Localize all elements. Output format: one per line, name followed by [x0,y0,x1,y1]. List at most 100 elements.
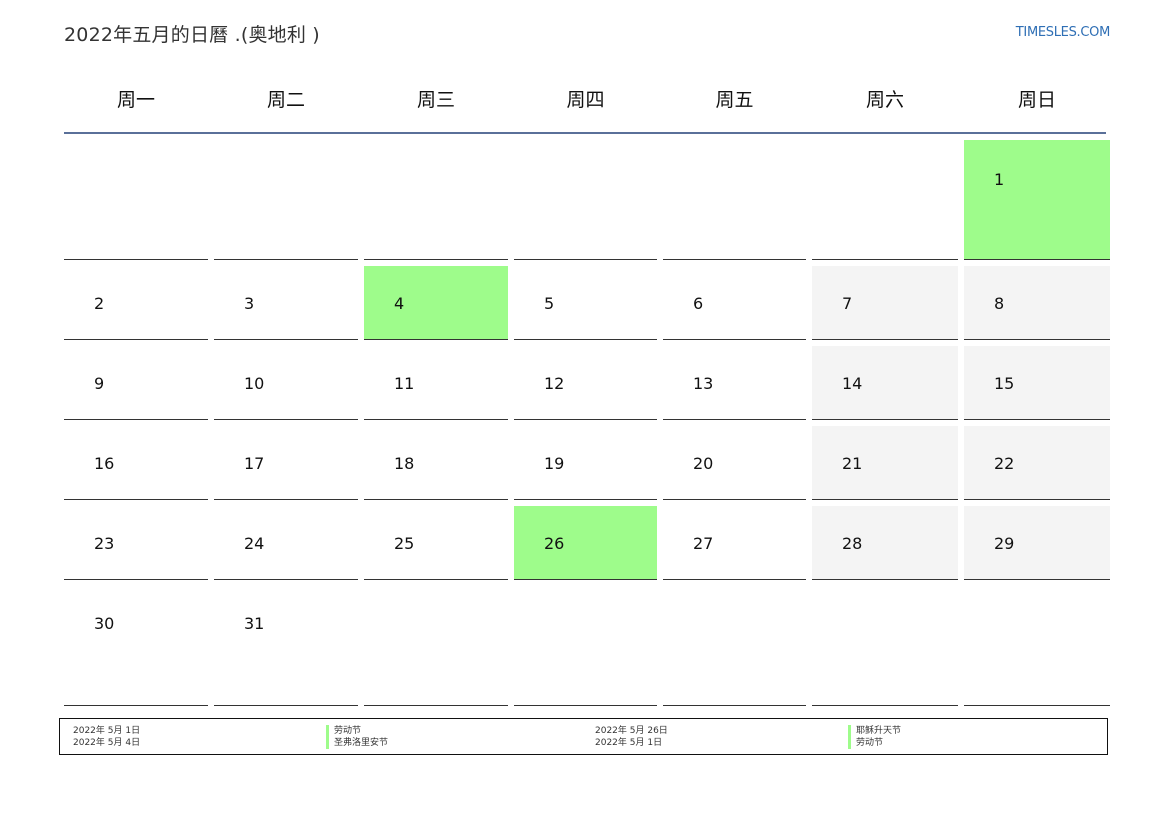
legend-date: 2022年 5月 4日 [73,738,141,748]
day-cell [514,586,657,706]
legend-dates-col-1: 2022年 5月 1日 2022年 5月 4日 [73,725,140,749]
day-cell: 28 [812,506,958,580]
day-number: 18 [394,454,415,473]
day-cell [514,140,657,260]
day-cell: 3 [214,266,358,340]
weekday-thu: 周四 [566,89,605,111]
legend-date: 2022年 5月 1日 [595,738,663,748]
day-cell: 5 [514,266,657,340]
day-cell: 2 [64,266,208,340]
day-cell [663,140,806,260]
legend-holiday-name: 劳动节 [326,725,388,737]
day-cell: 10 [214,346,358,420]
day-cell [364,140,508,260]
day-number: 1 [994,170,1005,189]
page-title: 2022年五月的日曆 .(奥地利 ) [64,24,320,46]
day-cell: 31 [214,586,358,706]
day-cell: 22 [964,426,1110,500]
day-number: 7 [842,294,853,313]
site-link[interactable]: TIMESLES.COM [1016,25,1111,40]
legend-names-col-1: 劳动节 圣弗洛里安节 [326,725,388,749]
day-number: 13 [693,374,714,393]
day-cell [812,586,958,706]
week-row: 23 24 25 26 27 28 29 [64,506,1110,580]
day-cell: 11 [364,346,508,420]
day-number: 24 [244,534,265,553]
day-cell-holiday: 26 [514,506,657,580]
day-cell [364,586,508,706]
day-cell [214,140,358,260]
day-cell: 19 [514,426,657,500]
day-cell: 29 [964,506,1110,580]
day-cell: 15 [964,346,1110,420]
day-cell: 27 [663,506,806,580]
week-row: 1 [64,140,1110,260]
day-number: 2 [94,294,105,313]
day-cell: 30 [64,586,208,706]
day-number: 26 [544,534,565,553]
day-cell [663,586,806,706]
legend-dates-col-2: 2022年 5月 26日 2022年 5月 1日 [595,725,668,749]
day-cell [964,586,1110,706]
day-number: 4 [394,294,405,313]
day-number: 6 [693,294,704,313]
week-row: 9 10 11 12 13 14 15 [64,346,1110,420]
day-number: 25 [394,534,415,553]
day-cell: 18 [364,426,508,500]
week-row: 16 17 18 19 20 21 22 [64,426,1110,500]
holiday-legend: 2022年 5月 1日 2022年 5月 4日 劳动节 圣弗洛里安节 2022年… [59,718,1108,755]
day-cell: 21 [812,426,958,500]
day-cell: 8 [964,266,1110,340]
weekday-sun: 周日 [1017,89,1056,111]
week-row: 30 31 [64,586,1110,706]
day-number: 23 [94,534,115,553]
day-number: 21 [842,454,863,473]
day-cell: 14 [812,346,958,420]
day-number: 10 [244,374,265,393]
day-number: 9 [94,374,105,393]
day-cell: 7 [812,266,958,340]
calendar-grid: 周一 周二 周三 周四 周五 周六 周日 1 2 3 4 5 6 7 8 9 1… [64,80,1110,706]
day-number: 19 [544,454,565,473]
day-cell-holiday: 4 [364,266,508,340]
weekday-wed: 周三 [416,89,455,111]
day-cell: 17 [214,426,358,500]
legend-holiday-name: 圣弗洛里安节 [326,737,388,749]
weekday-header-row: 周一 周二 周三 周四 周五 周六 周日 [64,80,1106,134]
day-cell: 25 [364,506,508,580]
day-cell: 9 [64,346,208,420]
day-cell: 20 [663,426,806,500]
day-cell: 16 [64,426,208,500]
weekday-fri: 周五 [715,89,754,111]
legend-holiday-name: 劳动节 [848,737,901,749]
day-cell: 13 [663,346,806,420]
day-number: 11 [394,374,415,393]
day-number: 20 [693,454,714,473]
legend-names-col-2: 耶稣升天节 劳动节 [848,725,901,749]
day-cell: 6 [663,266,806,340]
day-cell: 24 [214,506,358,580]
day-cell: 23 [64,506,208,580]
day-number: 29 [994,534,1015,553]
day-number: 17 [244,454,265,473]
legend-holiday-name: 耶稣升天节 [848,725,901,737]
weekday-mon: 周一 [116,89,155,111]
day-number: 5 [544,294,555,313]
legend-date: 2022年 5月 1日 [73,726,141,736]
weekday-tue: 周二 [266,89,305,111]
week-row: 2 3 4 5 6 7 8 [64,266,1110,340]
legend-date: 2022年 5月 26日 [595,726,668,736]
day-number: 31 [244,614,265,633]
day-number: 15 [994,374,1015,393]
day-cell [812,140,958,260]
day-cell-holiday: 1 [964,140,1110,260]
day-number: 8 [994,294,1005,313]
day-number: 27 [693,534,714,553]
weekday-sat: 周六 [865,89,904,111]
day-number: 30 [94,614,115,633]
day-number: 16 [94,454,115,473]
day-cell [64,140,208,260]
day-number: 3 [244,294,255,313]
day-number: 14 [842,374,863,393]
day-number: 12 [544,374,565,393]
